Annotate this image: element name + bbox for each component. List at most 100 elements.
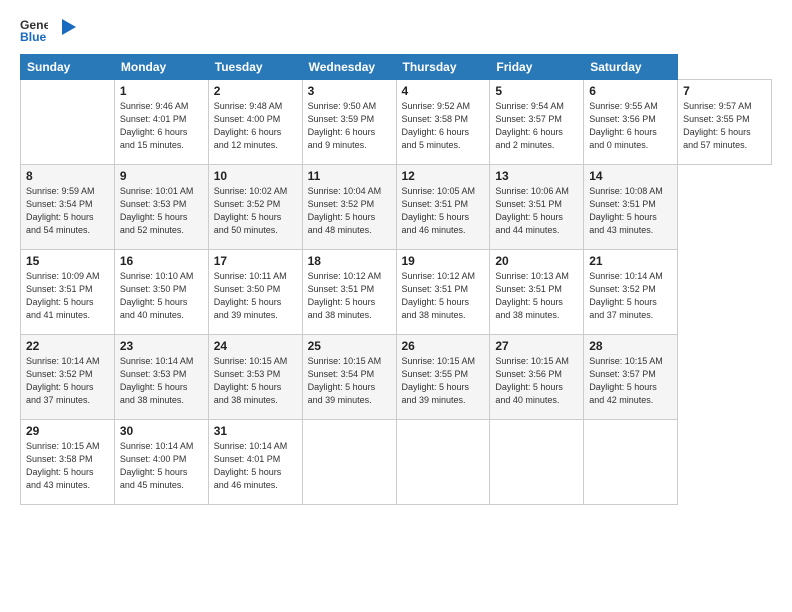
day-info: Sunrise: 10:15 AMSunset: 3:58 PMDaylight… (26, 440, 109, 492)
day-number: 25 (308, 339, 391, 353)
day-number: 5 (495, 84, 578, 98)
weekday-header-tuesday: Tuesday (208, 55, 302, 80)
day-info: Sunrise: 10:12 AMSunset: 3:51 PMDaylight… (308, 270, 391, 322)
day-info: Sunrise: 10:05 AMSunset: 3:51 PMDaylight… (402, 185, 485, 237)
day-info: Sunrise: 9:50 AMSunset: 3:59 PMDaylight:… (308, 100, 391, 152)
weekday-header-friday: Friday (490, 55, 584, 80)
day-info: Sunrise: 10:01 AMSunset: 3:53 PMDaylight… (120, 185, 203, 237)
header: General Blue (20, 16, 772, 44)
calendar-week-row: 1 Sunrise: 9:46 AMSunset: 4:01 PMDaylight… (21, 80, 772, 165)
calendar-day-cell: 1 Sunrise: 9:46 AMSunset: 4:01 PMDaylight… (114, 80, 208, 165)
calendar-day-cell: 28 Sunrise: 10:15 AMSunset: 3:57 PMDaylig… (584, 335, 678, 420)
day-number: 19 (402, 254, 485, 268)
day-info: Sunrise: 10:10 AMSunset: 3:50 PMDaylight… (120, 270, 203, 322)
day-info: Sunrise: 10:13 AMSunset: 3:51 PMDaylight… (495, 270, 578, 322)
calendar-day-cell: 22 Sunrise: 10:14 AMSunset: 3:52 PMDaylig… (21, 335, 115, 420)
day-number: 26 (402, 339, 485, 353)
day-number: 7 (683, 84, 766, 98)
day-number: 16 (120, 254, 203, 268)
day-number: 22 (26, 339, 109, 353)
calendar-day-cell: 27Sunrise: 10:15 AMSunset: 3:56 PMDaylig… (490, 335, 584, 420)
day-number: 2 (214, 84, 297, 98)
day-number: 20 (495, 254, 578, 268)
day-info: Sunrise: 9:54 AMSunset: 3:57 PMDaylight:… (495, 100, 578, 152)
calendar-day-cell: 3Sunrise: 9:50 AMSunset: 3:59 PMDaylight… (302, 80, 396, 165)
day-info: Sunrise: 10:14 AMSunset: 4:00 PMDaylight… (120, 440, 203, 492)
logo: General Blue (20, 16, 78, 44)
calendar-day-cell: 26 Sunrise: 10:15 AMSunset: 3:55 PMDaylig… (396, 335, 490, 420)
day-info: Sunrise: 9:48 AMSunset: 4:00 PMDaylight:… (214, 100, 297, 152)
calendar-day-cell: 12 Sunrise: 10:05 AMSunset: 3:51 PMDaylig… (396, 165, 490, 250)
calendar-day-cell: 20 Sunrise: 10:13 AMSunset: 3:51 PMDaylig… (490, 250, 584, 335)
day-info: Sunrise: 10:04 AMSunset: 3:52 PMDaylight… (308, 185, 391, 237)
calendar-day-cell: 9 Sunrise: 10:01 AMSunset: 3:53 PMDayligh… (114, 165, 208, 250)
calendar-day-cell: 17 Sunrise: 10:11 AMSunset: 3:50 PMDaylig… (208, 250, 302, 335)
weekday-header-monday: Monday (114, 55, 208, 80)
day-info: Sunrise: 9:57 AMSunset: 3:55 PMDaylight:… (683, 100, 766, 152)
logo-icon: General Blue (20, 16, 48, 44)
weekday-header-row: SundayMondayTuesdayWednesdayThursdayFrid… (21, 55, 772, 80)
day-info: Sunrise: 10:12 AMSunset: 3:51 PMDaylight… (402, 270, 485, 322)
calendar-day-cell: 13 Sunrise: 10:06 AMSunset: 3:51 PMDaylig… (490, 165, 584, 250)
day-info: Sunrise: 10:06 AMSunset: 3:51 PMDaylight… (495, 185, 578, 237)
day-info: Sunrise: 10:15 AMSunset: 3:53 PMDaylight… (214, 355, 297, 407)
calendar-day-cell: 25 Sunrise: 10:15 AMSunset: 3:54 PMDaylig… (302, 335, 396, 420)
day-info: Sunrise: 10:14 AMSunset: 4:01 PMDaylight… (214, 440, 297, 492)
day-number: 18 (308, 254, 391, 268)
calendar-day-cell (21, 80, 115, 165)
calendar-week-row: 15Sunrise: 10:09 AMSunset: 3:51 PMDaylig… (21, 250, 772, 335)
calendar-day-cell: 6 Sunrise: 9:55 AMSunset: 3:56 PMDaylight… (584, 80, 678, 165)
day-info: Sunrise: 9:59 AMSunset: 3:54 PMDaylight:… (26, 185, 109, 237)
day-number: 9 (120, 169, 203, 183)
calendar-day-cell: 30 Sunrise: 10:14 AMSunset: 4:00 PMDaylig… (114, 420, 208, 505)
day-number: 12 (402, 169, 485, 183)
day-info: Sunrise: 10:14 AMSunset: 3:52 PMDaylight… (26, 355, 109, 407)
day-number: 14 (589, 169, 672, 183)
day-number: 23 (120, 339, 203, 353)
weekday-header-saturday: Saturday (584, 55, 678, 80)
calendar-day-cell: 23Sunrise: 10:14 AMSunset: 3:53 PMDaylig… (114, 335, 208, 420)
day-number: 24 (214, 339, 297, 353)
day-info: Sunrise: 10:15 AMSunset: 3:56 PMDaylight… (495, 355, 578, 407)
day-info: Sunrise: 9:46 AMSunset: 4:01 PMDaylight:… (120, 100, 203, 152)
day-info: Sunrise: 10:15 AMSunset: 3:55 PMDaylight… (402, 355, 485, 407)
calendar-day-cell: 2 Sunrise: 9:48 AMSunset: 4:00 PMDaylight… (208, 80, 302, 165)
day-number: 21 (589, 254, 672, 268)
day-number: 13 (495, 169, 578, 183)
calendar-day-cell (302, 420, 396, 505)
calendar-day-cell: 19 Sunrise: 10:12 AMSunset: 3:51 PMDaylig… (396, 250, 490, 335)
day-number: 17 (214, 254, 297, 268)
calendar-week-row: 29 Sunrise: 10:15 AMSunset: 3:58 PMDaylig… (21, 420, 772, 505)
day-info: Sunrise: 10:15 AMSunset: 3:57 PMDaylight… (589, 355, 672, 407)
day-info: Sunrise: 9:55 AMSunset: 3:56 PMDaylight:… (589, 100, 672, 152)
calendar-day-cell: 5 Sunrise: 9:54 AMSunset: 3:57 PMDaylight… (490, 80, 584, 165)
day-info: Sunrise: 10:11 AMSunset: 3:50 PMDaylight… (214, 270, 297, 322)
weekday-header-thursday: Thursday (396, 55, 490, 80)
day-number: 28 (589, 339, 672, 353)
day-number: 11 (308, 169, 391, 183)
day-number: 8 (26, 169, 109, 183)
calendar-week-row: 8 Sunrise: 9:59 AMSunset: 3:54 PMDaylight… (21, 165, 772, 250)
day-info: Sunrise: 10:14 AMSunset: 3:52 PMDaylight… (589, 270, 672, 322)
page: General Blue SundayMondayTuesdayWednesda… (0, 0, 792, 612)
calendar-day-cell (490, 420, 584, 505)
calendar-day-cell: 31Sunrise: 10:14 AMSunset: 4:01 PMDaylig… (208, 420, 302, 505)
logo-arrow-icon (60, 19, 78, 37)
day-info: Sunrise: 10:09 AMSunset: 3:51 PMDaylight… (26, 270, 109, 322)
calendar-day-cell: 18 Sunrise: 10:12 AMSunset: 3:51 PMDaylig… (302, 250, 396, 335)
calendar-day-cell: 21 Sunrise: 10:14 AMSunset: 3:52 PMDaylig… (584, 250, 678, 335)
calendar-day-cell (396, 420, 490, 505)
calendar-day-cell: 14Sunrise: 10:08 AMSunset: 3:51 PMDaylig… (584, 165, 678, 250)
svg-text:Blue: Blue (20, 30, 47, 44)
weekday-header-sunday: Sunday (21, 55, 115, 80)
calendar-day-cell: 10Sunrise: 10:02 AMSunset: 3:52 PMDaylig… (208, 165, 302, 250)
day-number: 29 (26, 424, 109, 438)
day-number: 30 (120, 424, 203, 438)
calendar-day-cell: 24 Sunrise: 10:15 AMSunset: 3:53 PMDaylig… (208, 335, 302, 420)
calendar-day-cell: 15Sunrise: 10:09 AMSunset: 3:51 PMDaylig… (21, 250, 115, 335)
day-number: 1 (120, 84, 203, 98)
calendar-day-cell: 29 Sunrise: 10:15 AMSunset: 3:58 PMDaylig… (21, 420, 115, 505)
calendar-day-cell: 4Sunrise: 9:52 AMSunset: 3:58 PMDaylight… (396, 80, 490, 165)
day-info: Sunrise: 10:15 AMSunset: 3:54 PMDaylight… (308, 355, 391, 407)
day-number: 6 (589, 84, 672, 98)
